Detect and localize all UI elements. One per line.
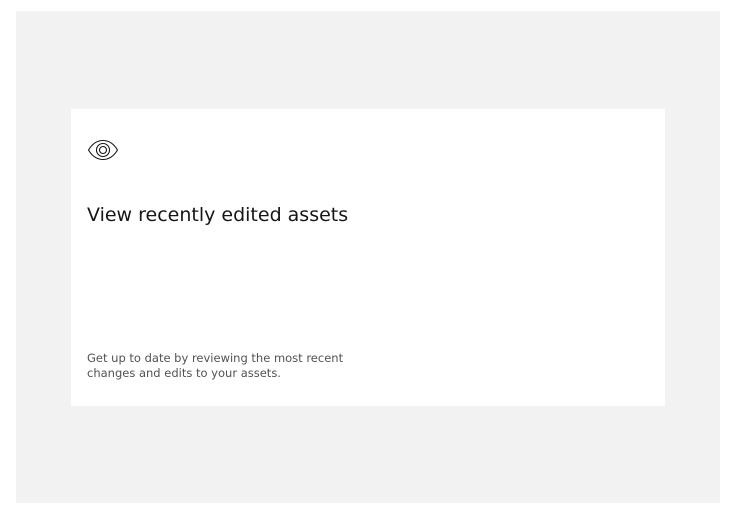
- eye-icon: [87, 138, 119, 162]
- page-background: View recently edited assets Get up to da…: [16, 11, 720, 503]
- tile-title: View recently edited assets: [87, 204, 349, 226]
- tile-description: Get up to date by reviewing the most rec…: [87, 351, 344, 380]
- recent-assets-tile[interactable]: View recently edited assets Get up to da…: [71, 109, 665, 406]
